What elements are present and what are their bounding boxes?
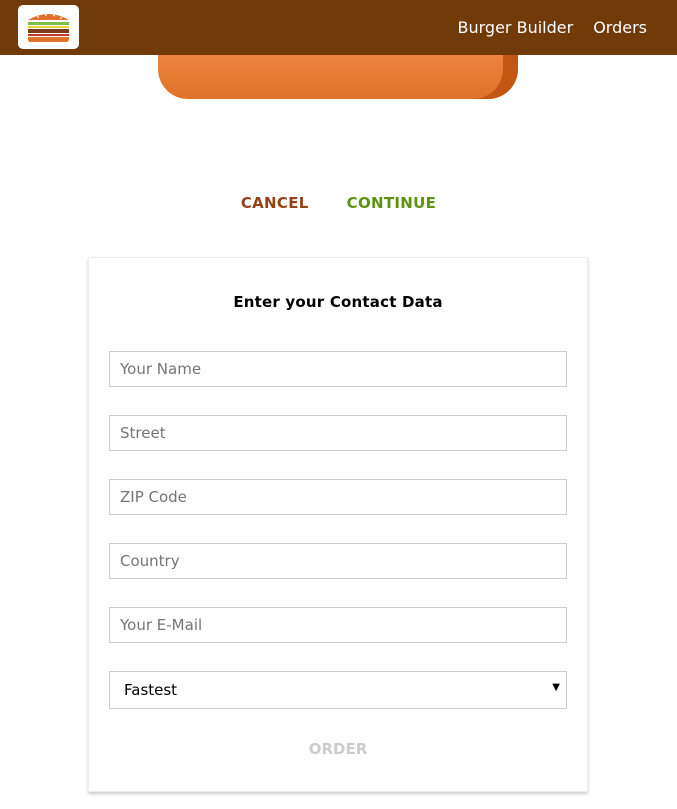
nav-orders[interactable]: Orders xyxy=(583,0,677,55)
email-input[interactable] xyxy=(109,607,567,643)
contact-form-title: Enter your Contact Data xyxy=(233,293,443,311)
delivery-method-value: Fastest xyxy=(124,681,178,699)
toolbar: Burger Builder Orders xyxy=(0,0,677,55)
order-button[interactable]: ORDER xyxy=(89,740,587,758)
continue-button[interactable]: CONTINUE xyxy=(347,194,437,212)
contact-data-card: Enter your Contact Data Fastest ▼ ORDER xyxy=(88,257,588,792)
nav-burger-builder[interactable]: Burger Builder xyxy=(448,0,584,55)
burger-logo-icon[interactable] xyxy=(18,5,79,49)
delivery-method-select[interactable]: Fastest ▼ xyxy=(109,671,567,709)
main-nav: Burger Builder Orders xyxy=(448,0,677,55)
cancel-button[interactable]: CANCEL xyxy=(241,194,309,212)
dropdown-arrow-icon: ▼ xyxy=(552,682,560,693)
street-input[interactable] xyxy=(109,415,567,451)
zip-code-input[interactable] xyxy=(109,479,567,515)
name-input[interactable] xyxy=(109,351,567,387)
country-input[interactable] xyxy=(109,543,567,579)
checkout-actions: CANCEL CONTINUE xyxy=(0,194,677,212)
